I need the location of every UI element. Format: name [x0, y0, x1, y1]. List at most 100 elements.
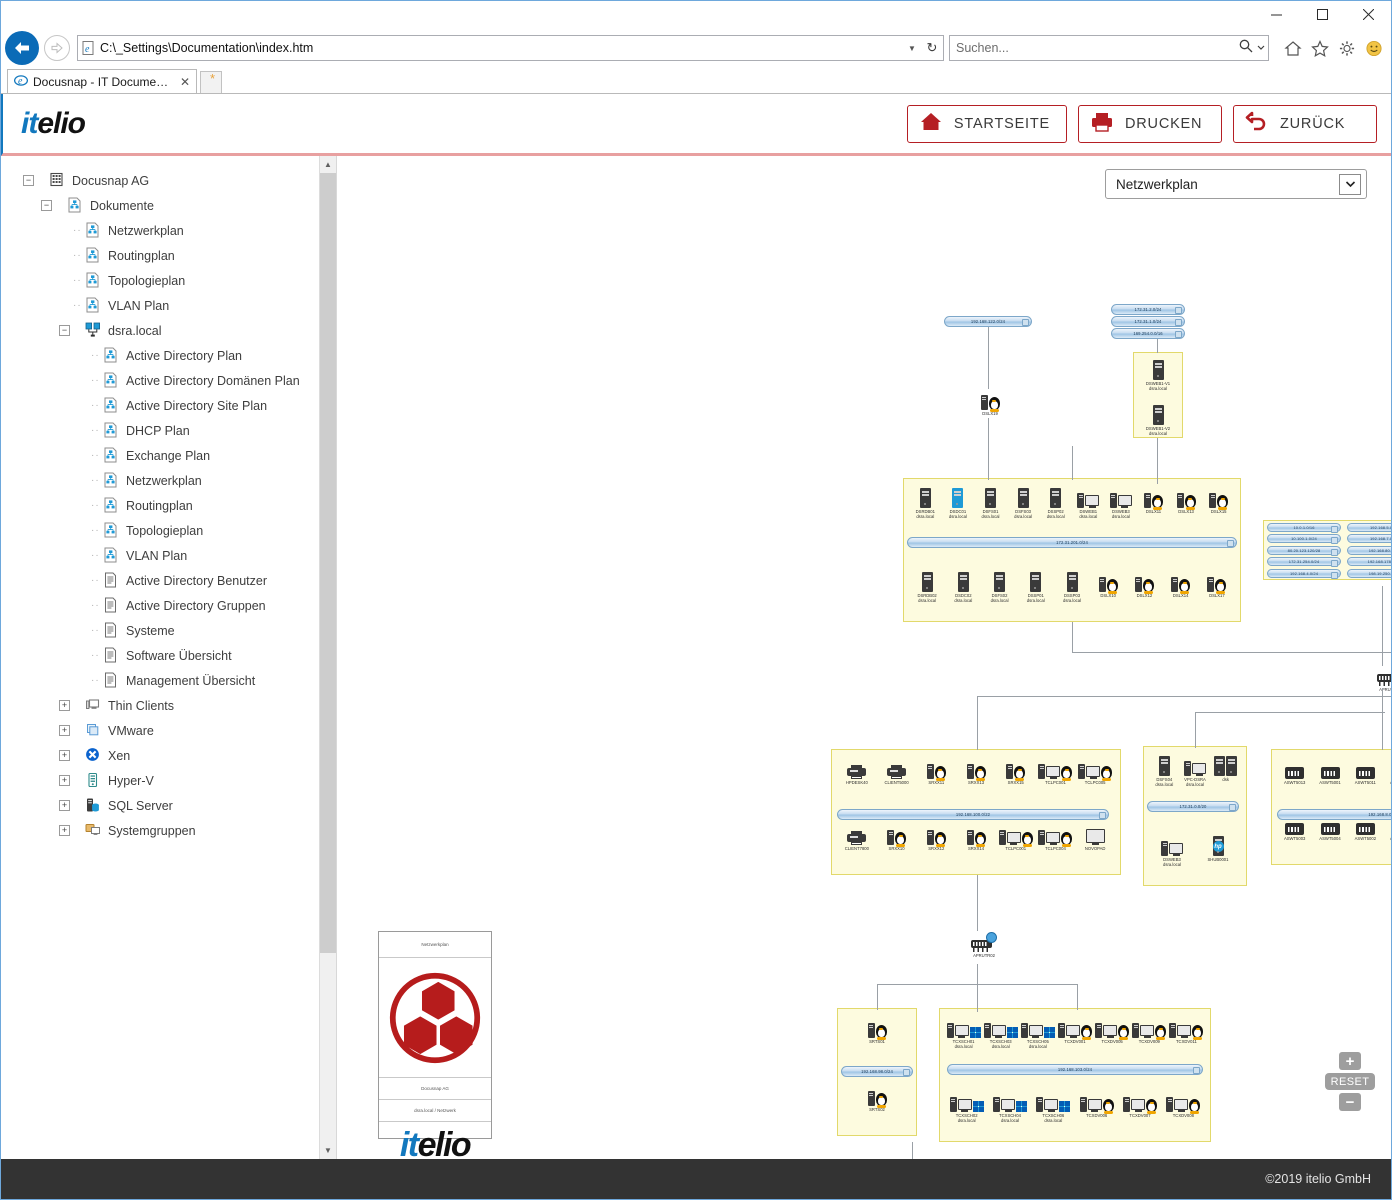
collapse-icon[interactable]: − [23, 175, 34, 186]
scrollbar-thumb[interactable] [320, 173, 336, 953]
close-icon[interactable]: ✕ [178, 75, 190, 89]
minimize-button[interactable] [1253, 1, 1299, 27]
tree-item-systemgruppen[interactable]: + Systemgruppen [1, 818, 336, 843]
tree-item-active-directory-site-plan[interactable]: ·· Active Directory Site Plan [1, 393, 336, 418]
tree-item-topologieplan[interactable]: ·· Topologieplan [1, 268, 336, 293]
chevron-down-icon[interactable]: ▼ [905, 44, 919, 53]
expand-icon[interactable]: + [59, 750, 70, 761]
close-button[interactable] [1345, 1, 1391, 27]
diagram-node[interactable]: DSWEB1-V1 dsra.local [1135, 358, 1181, 391]
sidebar-scrollbar[interactable]: ▲ ▼ [319, 156, 336, 1159]
diagram-node[interactable]: TCXDV011 [1163, 1016, 1209, 1044]
docusnap-hex-logo [389, 972, 481, 1063]
diagram-node-aprutr02[interactable]: APRUTR02 [961, 930, 1007, 958]
search-input[interactable]: Suchen... [949, 35, 1269, 61]
diagram-node[interactable]: TCXSCH06 dsra.local [1030, 1090, 1076, 1123]
tree-item-active-directory-plan[interactable]: ·· Active Directory Plan [1, 343, 336, 368]
maximize-button[interactable] [1299, 1, 1345, 27]
tree-item-vmware[interactable]: + VMware [1, 718, 336, 743]
zurueck-button[interactable]: ZURÜCK [1233, 104, 1377, 143]
smiley-feedback-icon[interactable] [1365, 40, 1383, 57]
zoom-in-button[interactable]: + [1339, 1052, 1361, 1070]
tree-item-thin-clients[interactable]: + Thin Clients [1, 693, 336, 718]
tree-item-hyper-v[interactable]: + Hyper-V [1, 768, 336, 793]
search-icon[interactable] [1238, 38, 1254, 59]
tree-item-dokumente[interactable]: − Dokumente [1, 193, 336, 218]
tree-item-active-directory-benutzer[interactable]: ·· Active Directory Benutzer [1, 568, 336, 593]
expand-icon[interactable]: + [59, 800, 70, 811]
tree-item-software-bersicht[interactable]: ·· Software Übersicht [1, 643, 336, 668]
connector-line [977, 696, 1391, 697]
printer-icon [1089, 110, 1115, 138]
tree-item-label: Netzwerkplan [108, 223, 184, 238]
forward-arrow-icon[interactable] [44, 35, 70, 61]
startseite-button[interactable]: STARTSEITE [906, 104, 1067, 143]
diagram-node[interactable]: TCXDV008 [1160, 1090, 1206, 1118]
tree-item-routingplan[interactable]: ·· Routingplan [1, 243, 336, 268]
tree-item-active-directory-dom-nen-plan[interactable]: ·· Active Directory Domänen Plan [1, 368, 336, 393]
tree-item-routingplan[interactable]: ·· Routingplan [1, 493, 336, 518]
expand-icon[interactable]: + [59, 700, 70, 711]
scroll-up-icon[interactable]: ▲ [320, 156, 336, 173]
node-sublabel: dsra.local [1149, 386, 1167, 392]
diagram-node[interactable]: TCXSCH04 dsra.local [987, 1090, 1033, 1123]
tree-item-netzwerkplan[interactable]: ·· Netzwerkplan [1, 218, 336, 243]
tree-item-dhcp-plan[interactable]: ·· DHCP Plan [1, 418, 336, 443]
tree-item-dsra-local[interactable]: − dsra.local [1, 318, 336, 343]
diagram-node[interactable]: SRTS01 [854, 1016, 900, 1044]
favorites-star-icon[interactable] [1311, 39, 1329, 57]
tree-item-active-directory-gruppen[interactable]: ·· Active Directory Gruppen [1, 593, 336, 618]
diagram-node[interactable]: dsk [1203, 754, 1249, 782]
diagram-node[interactable]: DSWEB1-V2 dsra.local [1135, 403, 1181, 436]
diagram-node[interactable]: DSLX15 [1196, 486, 1242, 514]
collapse-icon[interactable]: − [41, 200, 52, 211]
tree-item-netzwerkplan[interactable]: ·· Netzwerkplan [1, 468, 336, 493]
diagram-node[interactable]: TCLPC005 [1072, 757, 1118, 785]
plan-select-dropdown[interactable]: Netzwerkplan [1105, 169, 1367, 199]
collapse-icon[interactable]: − [59, 325, 70, 336]
diagram-node-aprutr01[interactable]: APRUTR01 [1367, 664, 1391, 692]
tree-item-label: Routingplan [126, 498, 193, 513]
diagram-node-dslx19[interactable]: DSLX19 [967, 388, 1013, 416]
chevron-down-icon[interactable] [1256, 39, 1266, 57]
diagram-node[interactable]: hp SHUB0001 [1195, 834, 1241, 862]
drucken-button[interactable]: DRUCKEN [1078, 104, 1222, 143]
tree-item-vlan-plan[interactable]: ·· VLAN Plan [1, 543, 336, 568]
tree-connector: ·· [73, 225, 82, 236]
tree-item-systeme[interactable]: ·· Systeme [1, 618, 336, 643]
tree-item-vlan-plan[interactable]: ·· VLAN Plan [1, 293, 336, 318]
zoom-out-button[interactable]: − [1339, 1093, 1361, 1111]
tree-item-sql-server[interactable]: + SQL Server [1, 793, 336, 818]
diagram-canvas[interactable]: DSRDB01 dsra.local DSDC01 dsra.local DSFS01 d… [337, 156, 1391, 1159]
expand-icon[interactable]: + [59, 775, 70, 786]
tree-item-xen[interactable]: + Xen [1, 743, 336, 768]
diagram-node[interactable]: TCXDV007 [1117, 1090, 1163, 1118]
diagram-node[interactable]: TCXDV006 [1074, 1090, 1120, 1118]
diagram-node[interactable]: DSWEB3 dsra.local [1149, 834, 1195, 867]
scroll-down-icon[interactable]: ▼ [320, 1142, 336, 1159]
tab-docusnap[interactable]: e Docusnap - IT Documentati... ✕ [7, 69, 197, 93]
tree-item-management-bersicht[interactable]: ·· Management Übersicht [1, 668, 336, 693]
new-tab-button[interactable] [200, 71, 222, 93]
scrollbar-track[interactable] [320, 173, 336, 1142]
tree-item-exchange-plan[interactable]: ·· Exchange Plan [1, 443, 336, 468]
refresh-icon[interactable]: ↻ [923, 40, 941, 56]
tree-item-docusnap-ag[interactable]: − Docusnap AG [1, 168, 336, 193]
url-bar[interactable]: e C:\_Settings\Documentation\index.htm ▼… [77, 35, 944, 61]
expand-icon[interactable]: + [59, 725, 70, 736]
diagram-node[interactable]: NOVOPAD [1072, 823, 1118, 851]
chevron-down-icon[interactable] [1339, 173, 1361, 195]
back-arrow-icon[interactable] [5, 31, 39, 65]
monitor-stand [961, 1110, 969, 1112]
tree-item-topologieplan[interactable]: ·· Topologieplan [1, 518, 336, 543]
expand-icon[interactable]: + [59, 825, 70, 836]
home-icon[interactable] [1284, 40, 1302, 57]
linux-penguin-icon [1217, 495, 1229, 510]
tab-strip: e Docusnap - IT Documentati... ✕ [1, 69, 1391, 94]
diagram-node[interactable]: ASWT5014 [1378, 757, 1391, 785]
diagram-node[interactable]: DSLX17 [1194, 570, 1240, 598]
diagram-node[interactable]: TCXSCH02 dsra.local [944, 1090, 990, 1123]
diagram-node[interactable]: SRTS02 [854, 1084, 900, 1112]
settings-gear-icon[interactable] [1338, 40, 1356, 57]
zoom-reset-button[interactable]: RESET [1325, 1073, 1375, 1090]
